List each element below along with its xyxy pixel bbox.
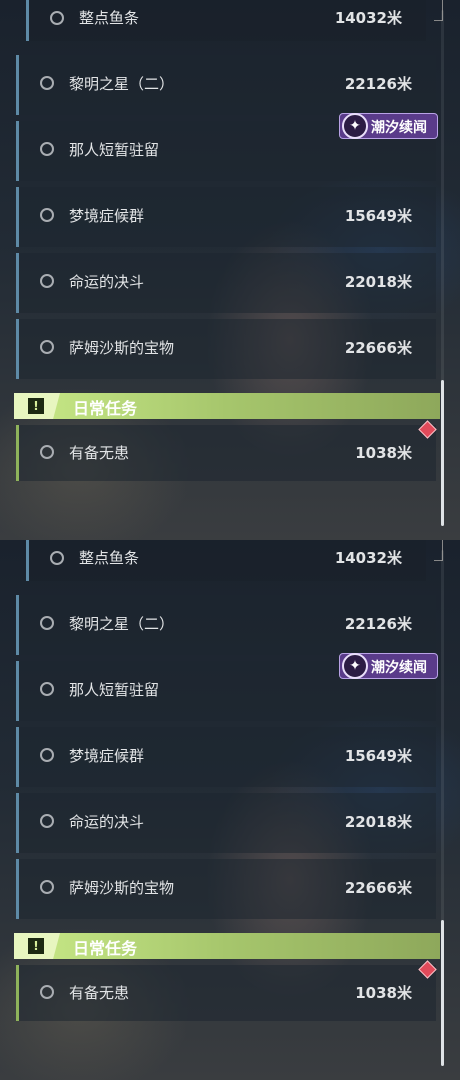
quest-row[interactable]: 萨姆沙斯的宝物 22666米: [16, 859, 436, 919]
event-logo-icon: ✦: [342, 113, 368, 139]
quest-status-circle-icon: [50, 551, 64, 565]
quest-name: 梦境症候群: [69, 207, 145, 225]
quest-status-circle-icon: [40, 682, 54, 696]
quest-status-circle-icon: [40, 880, 54, 894]
alert-icon: !: [28, 938, 44, 954]
quest-distance: 14032米: [334, 549, 402, 567]
quest-name: 黎明之星（二）: [69, 615, 175, 633]
quest-status-circle-icon: [40, 748, 54, 762]
quest-row-bar: [16, 661, 19, 721]
scrollbar-thumb[interactable]: [441, 920, 444, 1066]
section-title: 日常任务: [73, 399, 138, 418]
quest-status-circle-icon: [40, 274, 54, 288]
quest-distance: 15649米: [344, 207, 412, 225]
quest-status-circle-icon: [40, 445, 54, 459]
quest-row-bar: [26, 540, 29, 581]
quest-name: 那人短暂驻留: [69, 681, 160, 699]
quest-status-circle-icon: [40, 340, 54, 354]
quest-distance: 22666米: [344, 339, 412, 357]
event-badge[interactable]: ✦ 潮汐续闻: [339, 113, 438, 139]
event-badge[interactable]: ✦ 潮汐续闻: [339, 653, 438, 679]
quest-distance: 22666米: [344, 879, 412, 897]
quest-row[interactable]: 黎明之星（二） 22126米: [16, 595, 436, 655]
section-title: 日常任务: [73, 939, 138, 958]
scrollbar-thumb[interactable]: [441, 380, 444, 526]
quest-name: 那人短暂驻留: [69, 141, 160, 159]
quest-row-bar: [16, 965, 19, 1021]
section-icon-plate: !: [14, 933, 60, 959]
quest-status-circle-icon: [40, 814, 54, 828]
quest-distance: 14032米: [334, 9, 402, 27]
quest-row[interactable]: 梦境症候群 15649米: [16, 727, 436, 787]
quest-name: 梦境症候群: [69, 747, 145, 765]
quest-row-bar: [16, 319, 19, 379]
quest-name: 萨姆沙斯的宝物: [69, 879, 175, 897]
event-badge-label: 潮汐续闻: [371, 120, 427, 136]
quest-row-bar: [16, 859, 19, 919]
quest-status-circle-icon: [50, 11, 64, 25]
quest-distance: 22126米: [344, 615, 412, 633]
quest-row-bar: [16, 595, 19, 655]
quest-name: 命运的决斗: [69, 273, 145, 291]
quest-distance: 15649米: [344, 747, 412, 765]
quest-distance: 1038米: [355, 984, 412, 1002]
quest-row-bar: [16, 253, 19, 313]
daily-quest-row[interactable]: 有备无患 1038米: [16, 965, 436, 1021]
quest-panel: 整点鱼条 14032米 黎明之星（二） 22126米 那人短暂驻留 梦境症候群 …: [0, 0, 460, 540]
quest-row-bar: [26, 0, 29, 41]
event-logo-icon: ✦: [342, 653, 368, 679]
daily-quest-row[interactable]: 有备无患 1038米: [16, 425, 436, 481]
quest-name: 有备无患: [69, 444, 130, 462]
daily-section-header[interactable]: ! 日常任务: [14, 933, 440, 959]
quest-name: 整点鱼条: [79, 549, 140, 567]
quest-row[interactable]: 命运的决斗 22018米: [16, 793, 436, 853]
quest-row[interactable]: 黎明之星（二） 22126米: [16, 55, 436, 115]
alert-icon: !: [28, 398, 44, 414]
quest-row[interactable]: 整点鱼条 14032米: [26, 540, 426, 581]
quest-distance: 22018米: [344, 813, 412, 831]
quest-row-bar: [16, 55, 19, 115]
quest-row-bar: [16, 727, 19, 787]
quest-status-circle-icon: [40, 208, 54, 222]
quest-row[interactable]: 梦境症候群 15649米: [16, 187, 436, 247]
quest-row-bar: [16, 793, 19, 853]
quest-status-circle-icon: [40, 985, 54, 999]
quest-status-circle-icon: [40, 616, 54, 630]
event-badge-label: 潮汐续闻: [371, 660, 427, 676]
quest-distance: 22126米: [344, 75, 412, 93]
quest-row-bar: [16, 425, 19, 481]
quest-name: 整点鱼条: [79, 9, 140, 27]
quest-panel: 整点鱼条 14032米 黎明之星（二） 22126米 那人短暂驻留 梦境症候群 …: [0, 540, 460, 1080]
quest-row-bar: [16, 121, 19, 181]
section-icon-plate: !: [14, 393, 60, 419]
quest-row[interactable]: 萨姆沙斯的宝物 22666米: [16, 319, 436, 379]
quest-name: 命运的决斗: [69, 813, 145, 831]
quest-row-bar: [16, 187, 19, 247]
quest-status-circle-icon: [40, 142, 54, 156]
quest-row[interactable]: 整点鱼条 14032米: [26, 0, 426, 41]
quest-distance: 22018米: [344, 273, 412, 291]
quest-row[interactable]: 命运的决斗 22018米: [16, 253, 436, 313]
quest-name: 有备无患: [69, 984, 130, 1002]
quest-status-circle-icon: [40, 76, 54, 90]
daily-section-header[interactable]: ! 日常任务: [14, 393, 440, 419]
quest-name: 黎明之星（二）: [69, 75, 175, 93]
quest-distance: 1038米: [355, 444, 412, 462]
quest-name: 萨姆沙斯的宝物: [69, 339, 175, 357]
